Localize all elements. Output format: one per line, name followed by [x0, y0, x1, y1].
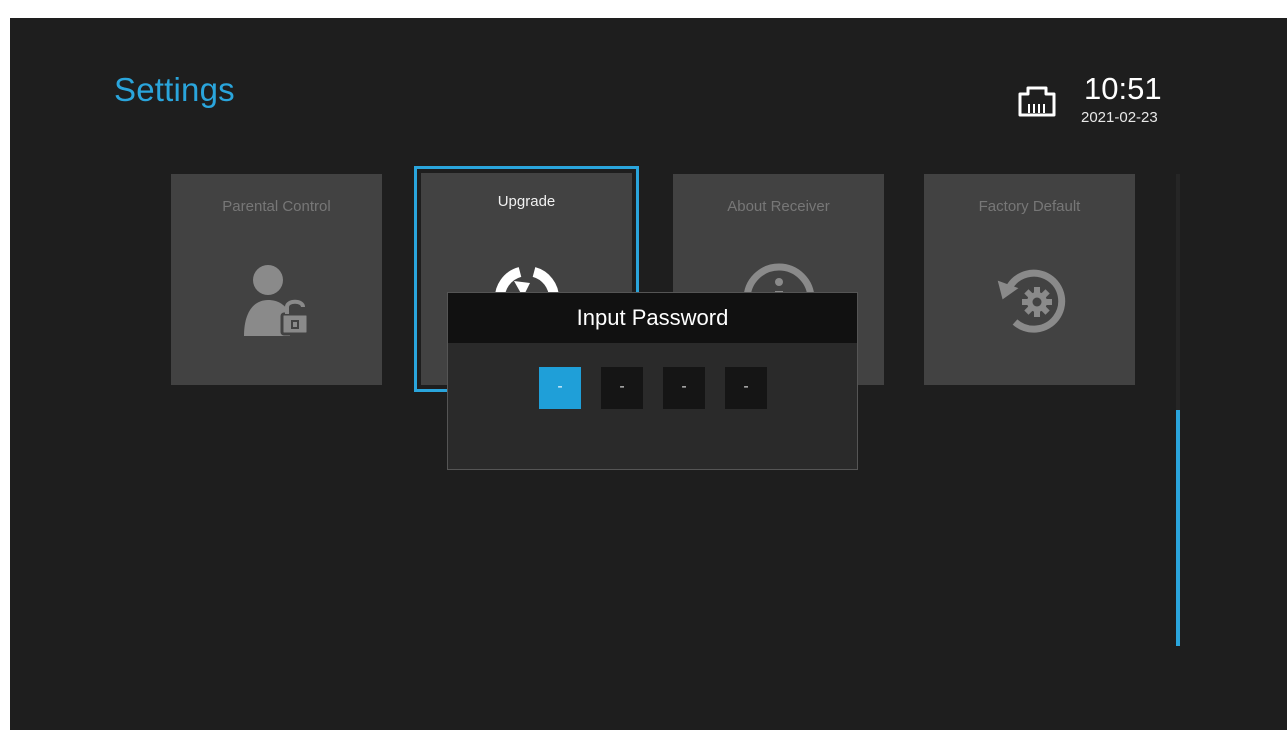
pin-digit-1[interactable]: -: [539, 367, 581, 409]
password-dialog: Input Password - - - -: [447, 292, 858, 470]
tile-label: Factory Default: [978, 198, 1081, 215]
page-title: Settings: [114, 71, 235, 108]
user-lock-icon: [243, 265, 309, 336]
scrollbar[interactable]: [1176, 174, 1180, 646]
dialog-header: Input Password: [448, 293, 857, 343]
tile-parental-control[interactable]: Parental Control: [171, 174, 382, 385]
dialog-title: Input Password: [576, 305, 729, 330]
tile-label: About Receiver: [727, 198, 830, 215]
tile-label: Parental Control: [222, 198, 331, 215]
clock-time: 10:51: [1084, 71, 1162, 106]
pin-digit-3[interactable]: -: [663, 367, 705, 409]
pin-digit-4[interactable]: -: [725, 367, 767, 409]
ethernet-icon: [1018, 86, 1056, 117]
tile-label: Upgrade: [497, 193, 556, 210]
clock-date: 2021-02-23: [1081, 109, 1158, 126]
restore-gear-icon: [997, 269, 1065, 333]
scrollbar-thumb[interactable]: [1176, 410, 1180, 646]
tile-factory-default[interactable]: Factory Default: [924, 174, 1135, 385]
pin-digit-2[interactable]: -: [601, 367, 643, 409]
settings-screen: Settings 10:51 2021-02-23 Parental Contr…: [10, 18, 1287, 730]
